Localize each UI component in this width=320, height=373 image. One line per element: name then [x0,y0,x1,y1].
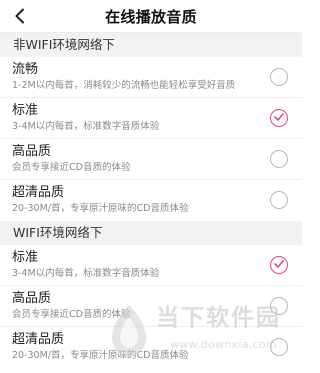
option-row-wifi-ultra[interactable]: 超清品质 20-30M/首，专享原汁原味的CD音质体验 [0,327,302,368]
option-title: 标准 [12,250,39,265]
option-title: 高品质 [12,291,52,306]
radio-button[interactable] [270,297,288,315]
option-row-non-wifi-ultra[interactable]: 超清品质 20-30M/首，专享原汁原味的CD音质体验 [0,180,302,221]
option-row-wifi-standard[interactable]: 标准 3-4M以内每首，标准数字音质体验 [0,245,302,286]
option-description: 20-30M/首，专享原汁原味的CD音质体验 [12,350,189,361]
option-description: 3-4M以内每首，标准数字音质体验 [12,268,160,279]
option-title: 标准 [12,103,39,118]
radio-button[interactable] [270,68,288,86]
option-description: 会员专享接近CD音质的体验 [12,162,131,173]
option-row-non-wifi-high[interactable]: 高品质 会员专享接近CD音质的体验 [0,139,302,180]
radio-button-selected[interactable] [270,256,288,274]
section-header-wifi: WIFI环境网络下 [0,221,302,245]
option-title: 高品质 [12,144,52,159]
option-row-wifi-high[interactable]: 高品质 会员专享接近CD音质的体验 [0,286,302,327]
option-description: 会员专享接近CD音质的体验 [12,309,131,320]
option-description: 1-2M以内每首，消耗较少的流畅也能轻松享受好音质 [12,80,236,91]
section-header-non-wifi: 非WIFI环境网络下 [0,33,302,57]
radio-button[interactable] [270,150,288,168]
checkmark-icon [274,113,284,121]
checkmark-icon [274,260,284,268]
option-row-non-wifi-smooth[interactable]: 流畅 1-2M以内每首，消耗较少的流畅也能轻松享受好音质 [0,57,302,98]
option-description: 3-4M以内每首，标准数字音质体验 [12,121,160,132]
option-title: 流畅 [12,62,39,77]
radio-button[interactable] [270,191,288,209]
option-row-non-wifi-standard[interactable]: 标准 3-4M以内每首，标准数字音质体验 [0,98,302,139]
option-title: 超清品质 [12,185,65,200]
page-title: 在线播放音质 [105,8,197,26]
option-title: 超清品质 [12,332,65,347]
radio-button-selected[interactable] [270,109,288,127]
top-bar: 在线播放音质 [0,0,302,33]
radio-button[interactable] [270,338,288,356]
option-description: 20-30M/首，专享原汁原味的CD音质体验 [12,203,189,214]
